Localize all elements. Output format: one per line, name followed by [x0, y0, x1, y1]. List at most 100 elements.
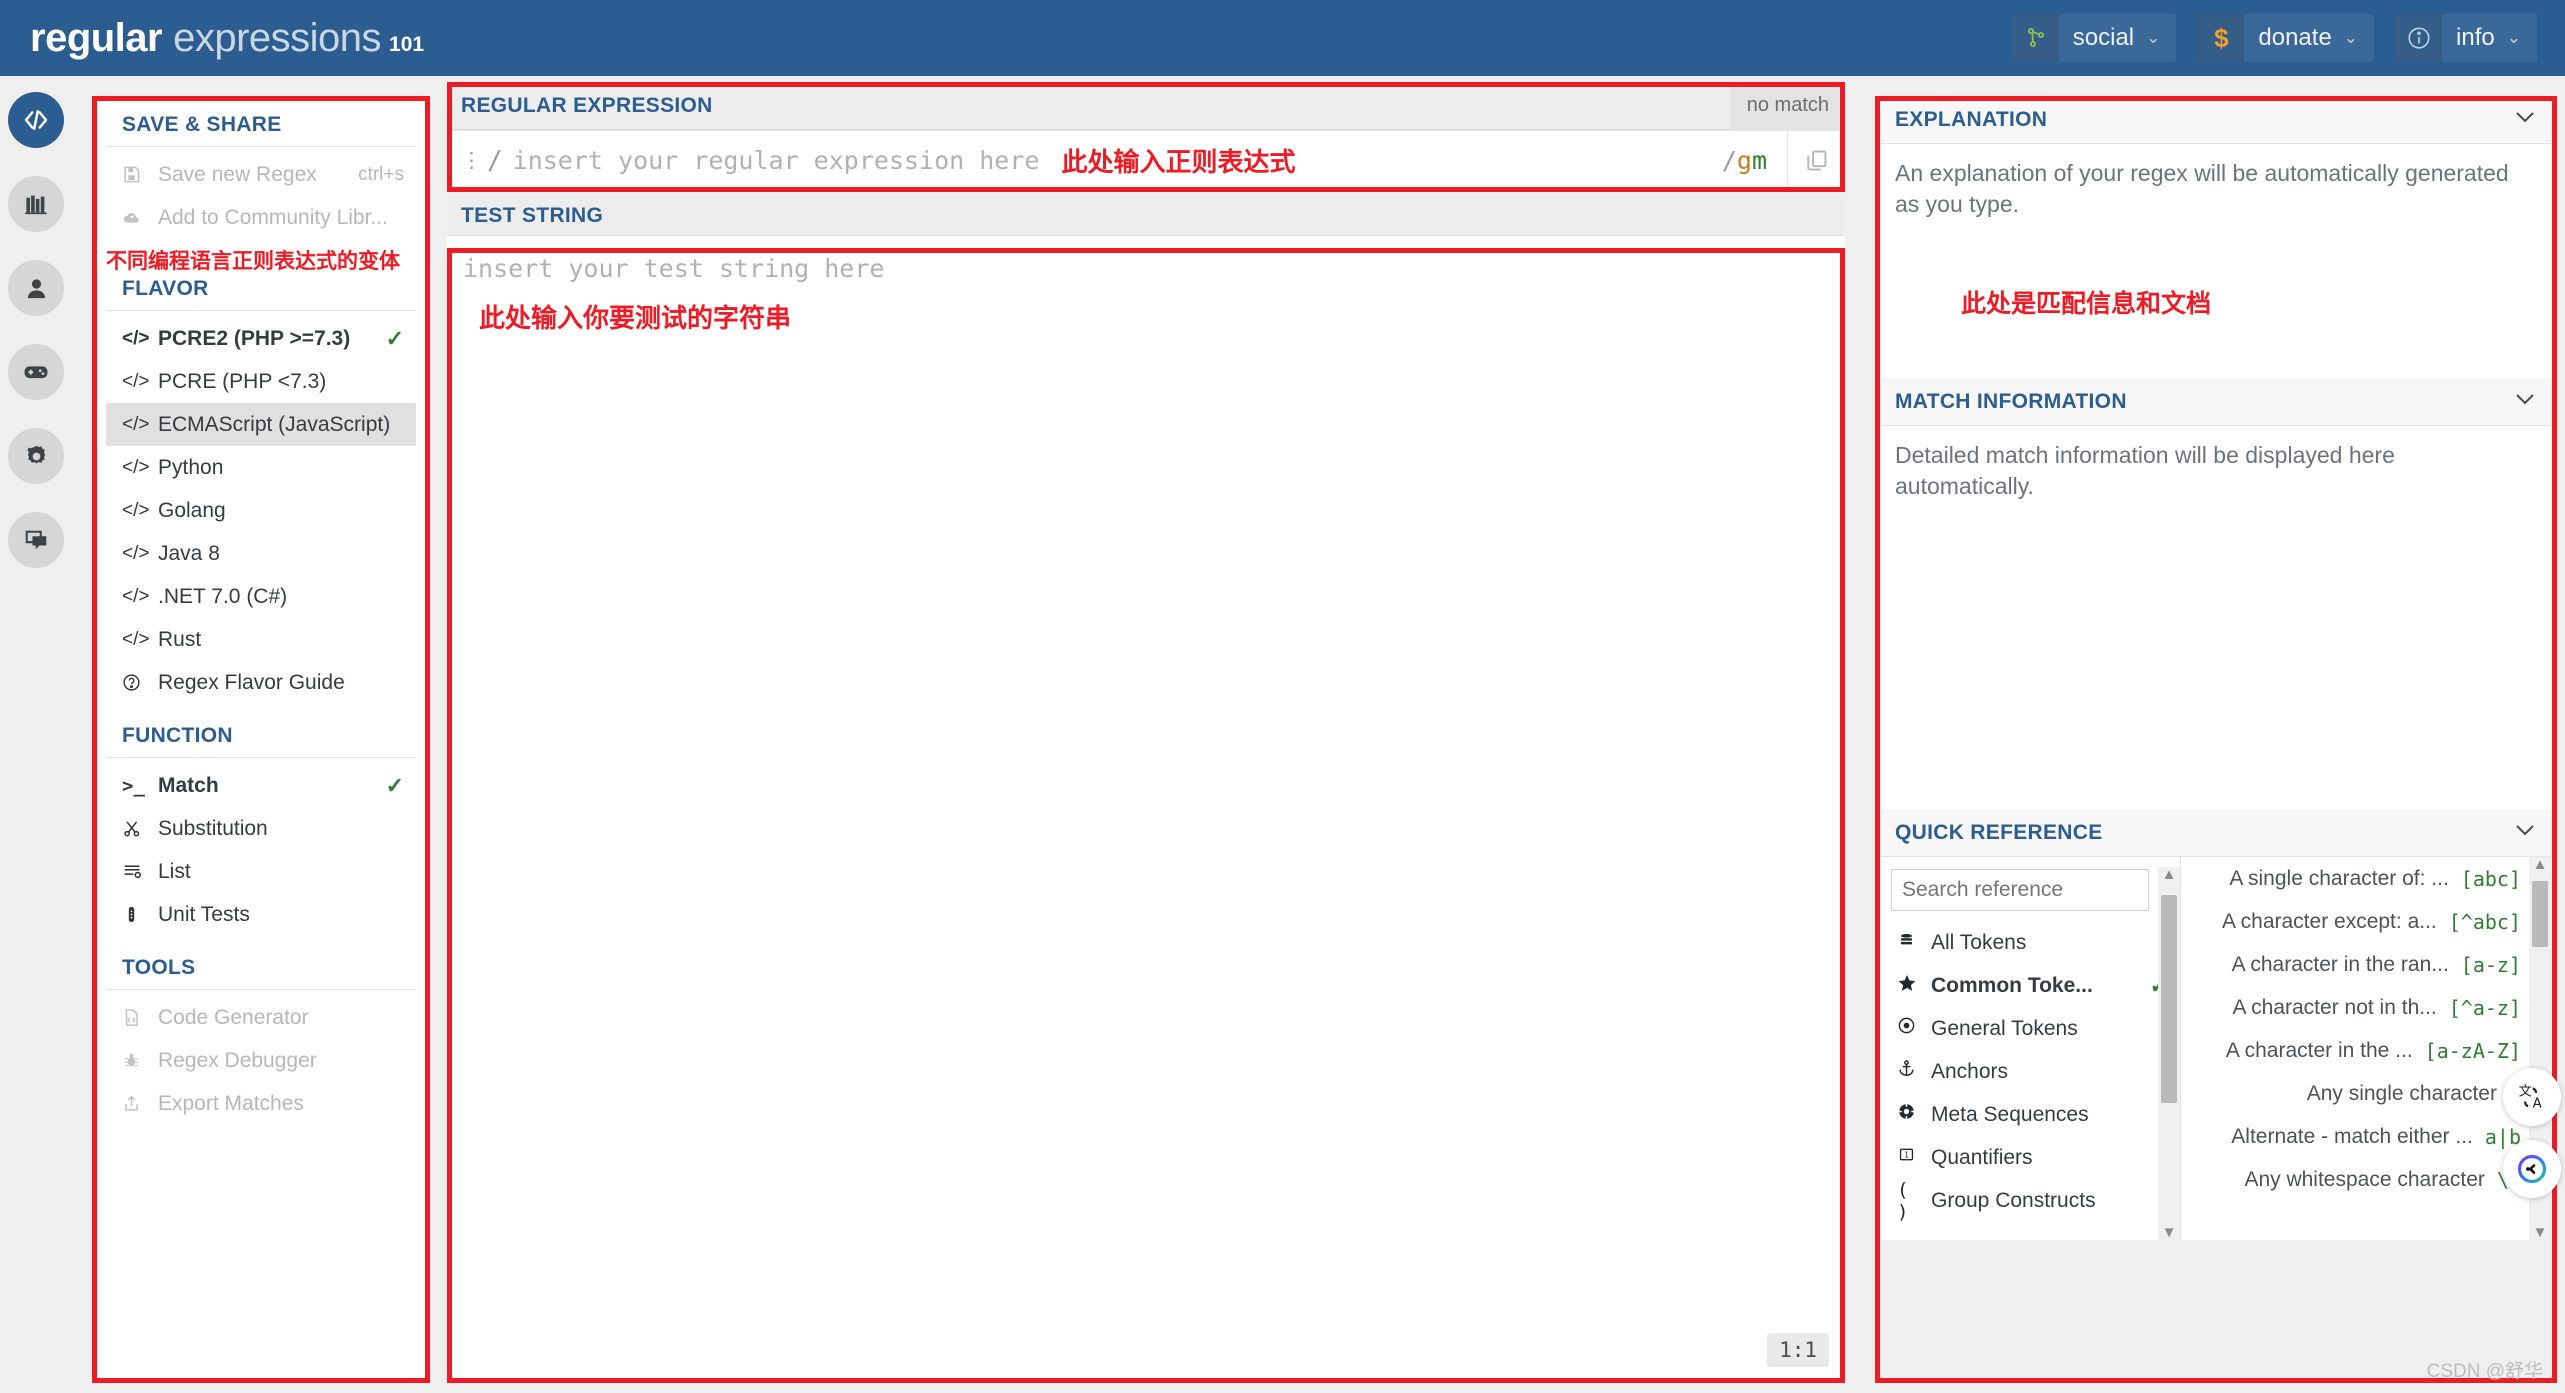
token-row[interactable]: Alternate - match either ... a|b — [2181, 1115, 2551, 1158]
category-label: Anchors — [1931, 1059, 2009, 1083]
assistant-avatar-icon — [2517, 1154, 2547, 1184]
library-icon — [24, 195, 47, 214]
app-header: regular expressions 101 social ⌄ $ donat… — [0, 0, 2565, 76]
sidebar-item-flavor-python[interactable]: </> Python — [106, 446, 416, 489]
left-icon-rail — [0, 76, 72, 1393]
sidebar-item-function-unit-tests[interactable]: Unit Tests — [106, 893, 416, 936]
token-row[interactable]: A single character of: ... [abc] — [2181, 857, 2551, 900]
rail-item-library[interactable] — [8, 176, 64, 232]
nav-donate-label: donate — [2258, 24, 2332, 51]
right-column: EXPLANATION An explanation of your regex… — [1881, 96, 2551, 1240]
test-string-editor[interactable]: insert your test string here 此处输入你要测试的字符… — [447, 236, 1845, 1379]
sidebar-item-add-to-community-library[interactable]: Add to Community Libr... — [106, 196, 416, 239]
match-information-panel-header[interactable]: MATCH INFORMATION — [1881, 378, 2551, 426]
token-description: A character in the ran... — [2231, 952, 2449, 976]
sidebar-panel: SAVE & SHARE Save new Regex ctrl+s Add t… — [92, 96, 430, 1383]
token-row[interactable]: Any whitespace character \s — [2181, 1158, 2551, 1201]
quick-reference-category-general-tokens[interactable]: General Tokens — [1881, 1007, 2180, 1050]
annotation-match-info: 此处是匹配信息和文档 — [1961, 290, 2212, 318]
nav-social-button[interactable]: social ⌄ — [2012, 14, 2177, 62]
sidebar-item-flavor-golang[interactable]: </> Golang — [106, 489, 416, 532]
rail-item-editor[interactable] — [8, 92, 64, 148]
sidebar-item-export-matches[interactable]: Export Matches — [106, 1082, 416, 1125]
app-logo[interactable]: regular expressions 101 — [30, 16, 424, 61]
rail-item-forum[interactable] — [8, 512, 64, 568]
translate-icon: 文 A — [2519, 1084, 2542, 1112]
explanation-text: An explanation of your regex will be aut… — [1895, 160, 2509, 217]
sidebar-item-code-generator[interactable]: Code Generator — [106, 996, 416, 1039]
explanation-panel-header[interactable]: EXPLANATION — [1881, 96, 2551, 144]
regex-close-delimiter: / — [1721, 146, 1737, 175]
sidebar-item-flavor-dotnet[interactable]: </> .NET 7.0 (C#) — [106, 575, 416, 618]
explanation-panel-title: EXPLANATION — [1895, 107, 2048, 131]
category-label: Meta Sequences — [1931, 1102, 2089, 1126]
star-icon — [1897, 973, 1931, 999]
export-icon — [122, 1094, 158, 1113]
token-row[interactable]: A character in the ran... [a-z] — [2181, 943, 2551, 986]
sidebar-item-function-substitution[interactable]: Substitution — [106, 807, 416, 850]
token-row[interactable]: A character not in th... [^a-z] — [2181, 986, 2551, 1029]
sidebar-item-function-match[interactable]: >_ Match ✓ — [106, 764, 416, 807]
sidebar-item-flavor-pcre2[interactable]: </> PCRE2 (PHP >=7.3) ✓ — [106, 317, 416, 360]
regex-input-row[interactable]: ⋮ / insert your regular expression here … — [447, 130, 1845, 191]
sidebar-item-flavor-ecmascript[interactable]: </> ECMAScript (JavaScript) — [106, 403, 416, 446]
check-icon: ✓ — [385, 772, 404, 798]
sidebar-item-regex-debugger[interactable]: Regex Debugger — [106, 1039, 416, 1082]
gamepad-icon — [24, 366, 48, 379]
chevron-down-icon[interactable] — [2513, 390, 2537, 413]
test-string-panel-header: TEST STRING — [447, 196, 1845, 236]
code-icon — [24, 110, 48, 130]
quick-reference-category-anchors[interactable]: Anchors — [1881, 1050, 2180, 1093]
save-icon — [122, 165, 158, 184]
tokens-scrollbar-thumb[interactable] — [2532, 881, 2548, 947]
token-description: Any whitespace character — [2244, 1167, 2485, 1191]
rail-item-games[interactable] — [8, 344, 64, 400]
scroll-up-icon[interactable]: ▲ — [2533, 857, 2548, 872]
sidebar-item-flavor-java8[interactable]: </> Java 8 — [106, 532, 416, 575]
chevron-down-icon[interactable] — [2513, 108, 2537, 131]
annotation-regex-input: 此处输入正则表达式 — [1061, 148, 1296, 178]
quick-reference-category-common-tokens[interactable]: Common Toke... ✓ — [1881, 964, 2180, 1007]
match-status-badge: no match — [1730, 81, 1845, 130]
nav-donate-button[interactable]: $ donate ⌄ — [2198, 14, 2375, 62]
copy-regex-button[interactable] — [1787, 130, 1845, 191]
regex-flags[interactable]: /gm — [1722, 146, 1787, 175]
regex-panel-title: REGULAR EXPRESSION — [461, 93, 713, 117]
rail-item-account[interactable] — [8, 260, 64, 316]
logo-word-expressions: expressions — [173, 15, 382, 60]
regex-open-delimiter: / — [487, 145, 503, 176]
search-reference-input[interactable] — [1891, 869, 2149, 911]
drag-dots-icon[interactable]: ⋮ — [447, 150, 487, 171]
scroll-down-icon[interactable]: ▼ — [2162, 1225, 2177, 1240]
category-label: Common Toke... — [1931, 973, 2093, 997]
quick-reference-category-quantifiers[interactable]: 1 Quantifiers — [1881, 1136, 2180, 1179]
token-row[interactable]: A character except: a... [^abc] — [2181, 900, 2551, 943]
sidebar-item-flavor-rust[interactable]: </> Rust — [106, 618, 416, 661]
sidebar-item-regex-flavor-guide[interactable]: Regex Flavor Guide — [106, 661, 416, 704]
assistant-floating-button[interactable] — [2503, 1140, 2561, 1198]
token-pattern: [a-z] — [2460, 952, 2521, 977]
rail-item-settings[interactable] — [8, 428, 64, 484]
forum-chat-icon — [25, 530, 46, 549]
regex-input-placeholder[interactable]: insert your regular expression here — [503, 146, 1040, 175]
scroll-up-icon[interactable]: ▲ — [2162, 867, 2177, 882]
sidebar-item-label: PCRE (PHP <7.3) — [158, 369, 327, 393]
share-nodes-icon — [2012, 14, 2059, 62]
sidebar-item-function-list[interactable]: List — [106, 850, 416, 893]
quick-reference-category-all-tokens[interactable]: All Tokens — [1881, 921, 2180, 964]
sidebar-item-label: ECMAScript (JavaScript) — [158, 412, 391, 436]
copy-icon — [1806, 149, 1826, 171]
categories-scrollbar-thumb[interactable] — [2161, 895, 2177, 1103]
nav-info-button[interactable]: info ⌄ — [2396, 14, 2537, 62]
translate-floating-button[interactable]: 文 A — [2503, 1068, 2561, 1126]
quick-reference-category-meta-sequences[interactable]: Meta Sequences — [1881, 1093, 2180, 1136]
quick-reference-panel-header[interactable]: QUICK REFERENCE — [1881, 809, 2551, 857]
sidebar-item-save-new-regex[interactable]: Save new Regex ctrl+s — [106, 153, 416, 196]
token-row[interactable]: Any single character . — [2181, 1072, 2551, 1115]
chevron-down-icon[interactable] — [2513, 821, 2537, 844]
sidebar-item-flavor-pcre[interactable]: </> PCRE (PHP <7.3) — [106, 360, 416, 403]
scroll-down-icon[interactable]: ▼ — [2533, 1225, 2548, 1240]
quick-reference-category-group-constructs[interactable]: ( ) Group Constructs — [1881, 1179, 2180, 1223]
token-row[interactable]: A character in the ... [a-zA-Z] — [2181, 1029, 2551, 1072]
bug-icon — [122, 1051, 158, 1070]
